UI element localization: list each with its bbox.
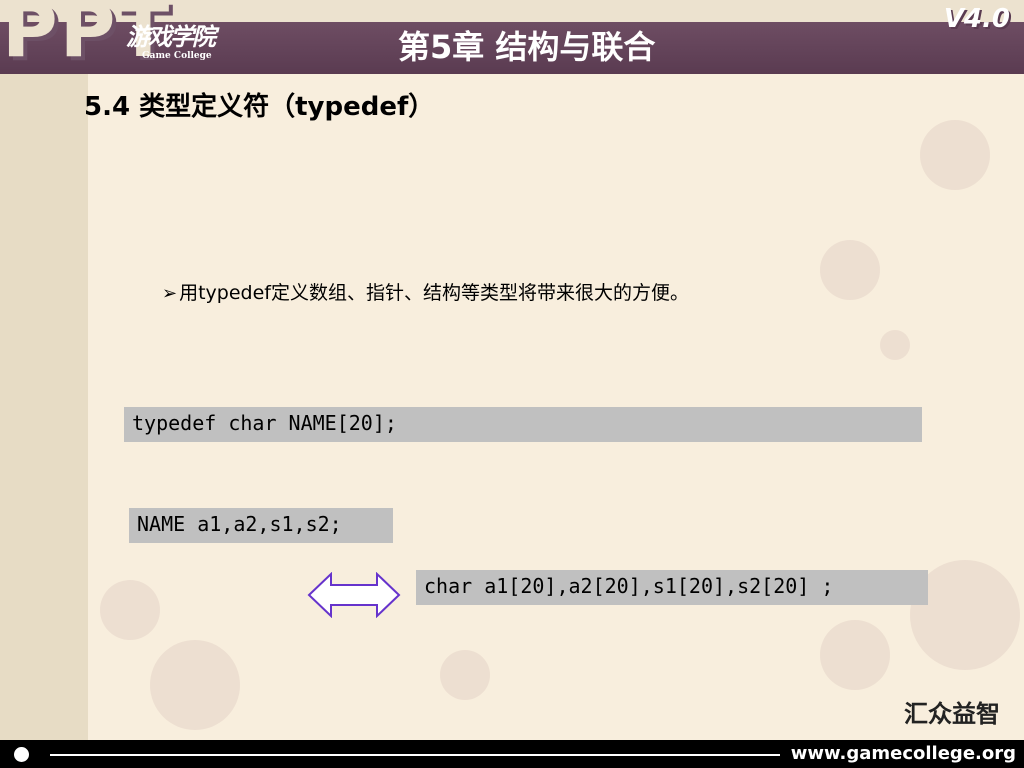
- ink-blot: [920, 120, 990, 190]
- footer-divider: [50, 754, 780, 756]
- footer-bar: www.gamecollege.org: [0, 740, 1024, 768]
- brand-logo: 汇众益智: [904, 700, 1000, 728]
- logo-chinese: 游戏学院: [126, 22, 216, 51]
- footer-url[interactable]: www.gamecollege.org: [791, 743, 1016, 764]
- ink-blot: [150, 640, 240, 730]
- chapter-title: 第5章 结构与联合: [398, 28, 656, 66]
- double-arrow-icon: [307, 572, 401, 618]
- game-college-logo: 游戏学院 Game College: [126, 24, 236, 66]
- footer-dot-icon: [14, 747, 29, 762]
- logo-english: Game College: [142, 51, 212, 61]
- ink-blot: [100, 580, 160, 640]
- ink-blot: [440, 650, 490, 700]
- version-badge: V4.0: [943, 4, 1010, 34]
- section-title: 5.4 类型定义符（typedef）: [84, 92, 435, 122]
- left-band: [0, 0, 88, 768]
- arrowhead-bullet-icon: ➢: [162, 283, 178, 304]
- code-equivalent: char a1[20],a2[20],s1[20],s2[20] ;: [416, 570, 928, 605]
- code-usage: NAME a1,a2,s1,s2;: [129, 508, 393, 543]
- ink-blot: [880, 330, 910, 360]
- bullet-text: 用typedef定义数组、指针、结构等类型将带来很大的方便。: [179, 282, 689, 304]
- ink-blot: [820, 620, 890, 690]
- bullet-point: ➢ 用typedef定义数组、指针、结构等类型将带来很大的方便。: [162, 278, 689, 305]
- code-typedef: typedef char NAME[20];: [124, 407, 922, 442]
- ink-blot: [820, 240, 880, 300]
